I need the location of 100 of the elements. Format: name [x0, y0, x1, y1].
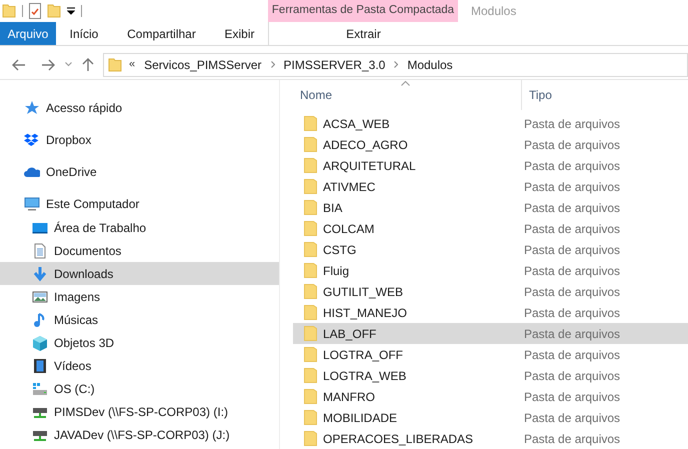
- folder-icon: [304, 263, 317, 278]
- chevron-right-icon[interactable]: [270, 61, 274, 68]
- column-header[interactable]: Tipo: [522, 80, 688, 110]
- star-icon: [24, 100, 40, 116]
- dropdown-icon[interactable]: [67, 7, 75, 15]
- sidebar-item[interactable]: Imagens: [0, 285, 279, 308]
- column-header[interactable]: Nome: [296, 80, 522, 110]
- sidebar-item[interactable]: Dropbox: [0, 128, 279, 152]
- sidebar-item[interactable]: Documentos: [0, 239, 279, 262]
- folder-icon: [304, 137, 317, 152]
- table-row[interactable]: ATIVMEC Pasta de arquivos: [293, 176, 688, 197]
- folder-icon: [304, 158, 317, 173]
- sidebar-item[interactable]: Músicas: [0, 308, 279, 331]
- table-row[interactable]: COLCAM Pasta de arquivos: [293, 218, 688, 239]
- breadcrumb[interactable]: Servicos_PIMSServer: [142, 56, 264, 74]
- table-row[interactable]: BIA Pasta de arquivos: [293, 197, 688, 218]
- file-name: ADECO_AGRO: [322, 136, 409, 154]
- file-name: BIA: [322, 200, 344, 216]
- folder-icon: [108, 58, 122, 72]
- item-label: Músicas: [54, 312, 98, 328]
- monitor-icon: [24, 196, 40, 212]
- item-label: Imagens: [54, 288, 100, 306]
- folder-icon: [304, 368, 317, 383]
- file-type: Pasta de arquivos: [524, 304, 620, 322]
- file-name: MOBILIDADE: [322, 410, 398, 426]
- file-name: LOGTRA_OFF: [322, 346, 404, 364]
- sidebar-item[interactable]: Downloads: [0, 262, 279, 285]
- folder-icon: [304, 389, 317, 404]
- sidebar-item[interactable]: Acesso rápido: [0, 96, 279, 120]
- table-row[interactable]: LOGTRA_WEB Pasta de arquivos: [293, 365, 688, 386]
- film-icon: [32, 358, 48, 374]
- image-icon: [32, 288, 48, 304]
- table-row[interactable]: LOGTRA_OFF Pasta de arquivos: [293, 344, 688, 365]
- folder-icon: [304, 179, 317, 194]
- table-row[interactable]: HIST_MANEJO Pasta de arquivos: [293, 302, 688, 323]
- sidebar-item[interactable]: PIMSDev (\\FS-SP-CORP03) (I:): [0, 400, 279, 423]
- folder-icon: [304, 284, 317, 299]
- table-row[interactable]: ADECO_AGRO Pasta de arquivos: [293, 134, 688, 155]
- item-label: Dropbox: [46, 132, 92, 149]
- table-row[interactable]: LAB_OFF Pasta de arquivos: [293, 323, 688, 344]
- folder-icon: [304, 305, 317, 320]
- file-name: COLCAM: [322, 220, 376, 238]
- overflow-chevron[interactable]: «: [129, 56, 136, 73]
- ribbon-tab[interactable]: Arquivo: [0, 22, 56, 45]
- sidebar-item[interactable]: Este Computador: [0, 192, 279, 216]
- drive-icon: [32, 380, 48, 396]
- table-row[interactable]: ACSA_WEB Pasta de arquivos: [293, 113, 688, 134]
- file-name: LOGTRA_WEB: [322, 368, 408, 384]
- sidebar-item[interactable]: OS (C:): [0, 377, 279, 400]
- sidebar-item[interactable]: Área de Trabalho: [0, 216, 279, 239]
- address-bar[interactable]: « Servicos_PIMSServer PIMSSERVER_3.0 Modulos: [103, 52, 688, 76]
- table-row[interactable]: ARQUITETURAL Pasta de arquivos: [293, 155, 688, 176]
- file-name: MANFRO: [322, 388, 376, 406]
- sidebar-item[interactable]: JAVADev (\\FS-SP-CORP03) (J:): [0, 423, 279, 446]
- table-row[interactable]: CSTG Pasta de arquivos: [293, 239, 688, 260]
- chevron-right-icon[interactable]: [394, 61, 398, 68]
- item-label: OneDrive: [46, 164, 97, 181]
- file-name: ACSA_WEB: [322, 116, 391, 132]
- item-label: Este Computador: [46, 196, 140, 213]
- sidebar-item[interactable]: Objetos 3D: [0, 331, 279, 354]
- file-type: Pasta de arquivos: [524, 200, 620, 216]
- cube-icon: [32, 334, 48, 350]
- chevron-down-icon[interactable]: [65, 62, 72, 67]
- file-type: Pasta de arquivos: [524, 136, 620, 154]
- ribbon-tab[interactable]: Exibir: [211, 22, 268, 45]
- breadcrumb[interactable]: Modulos: [405, 56, 455, 74]
- item-label: JAVADev (\\FS-SP-CORP03) (J:): [54, 426, 230, 444]
- item-label: Documentos: [54, 242, 122, 260]
- forward-arrow-icon[interactable]: [41, 58, 55, 70]
- file-name: CSTG: [322, 242, 358, 258]
- breadcrumb[interactable]: PIMSSERVER_3.0: [282, 56, 388, 74]
- item-label: PIMSDev (\\FS-SP-CORP03) (I:): [54, 404, 228, 420]
- back-arrow-icon[interactable]: [12, 58, 26, 70]
- sidebar-item[interactable]: Vídeos: [0, 354, 279, 377]
- ribbon-tab[interactable]: Início: [56, 22, 112, 45]
- file-type: Pasta de arquivos: [524, 368, 620, 384]
- file-type: Pasta de arquivos: [524, 410, 620, 426]
- folder-icon: [304, 221, 317, 236]
- ribbon-tab[interactable]: Extrair: [268, 22, 458, 45]
- up-arrow-icon[interactable]: [82, 58, 94, 72]
- table-row[interactable]: OPERACOES_LIBERADAS Pasta de arquivos: [293, 428, 688, 449]
- item-label: OS (C:): [54, 380, 95, 398]
- table-row[interactable]: MOBILIDADE Pasta de arquivos: [293, 407, 688, 428]
- table-row[interactable]: MANFRO Pasta de arquivos: [293, 386, 688, 407]
- folder-icon: [304, 347, 317, 362]
- file-name: Fluig: [322, 262, 350, 280]
- folder-icon: [304, 410, 317, 425]
- item-label: Área de Trabalho: [54, 220, 146, 236]
- checklist-icon[interactable]: [29, 3, 41, 19]
- table-row[interactable]: Fluig Pasta de arquivos: [293, 260, 688, 281]
- file-type: Pasta de arquivos: [524, 116, 620, 132]
- file-type: Pasta de arquivos: [524, 262, 620, 280]
- sidebar-item[interactable]: OneDrive: [0, 160, 279, 184]
- file-name: ARQUITETURAL: [322, 158, 417, 174]
- context-group-header: Ferramentas de Pasta Compactada: [268, 0, 458, 22]
- file-type: Pasta de arquivos: [524, 346, 620, 364]
- table-row[interactable]: GUTILIT_WEB Pasta de arquivos: [293, 281, 688, 302]
- ribbon-tab[interactable]: Compartilhar: [112, 22, 211, 45]
- file-type: Pasta de arquivos: [524, 284, 620, 300]
- download-arrow-icon: [32, 266, 48, 282]
